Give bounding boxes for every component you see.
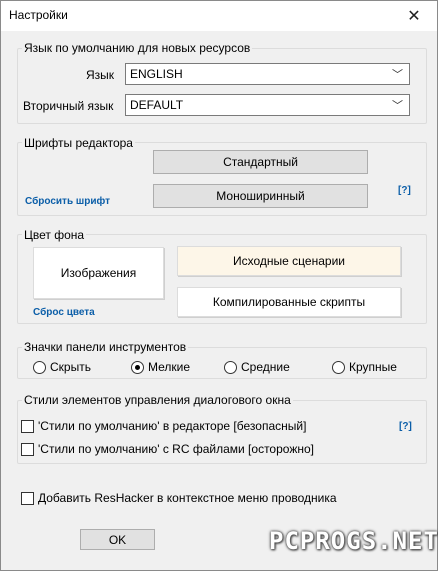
radio-hide-label: Скрыть xyxy=(50,360,91,374)
standard-font-button[interactable]: Стандартный xyxy=(153,150,368,174)
background-color-group-label: Цвет фона xyxy=(22,228,87,242)
fonts-help-link[interactable]: [?] xyxy=(398,185,411,196)
radio-indicator-selected xyxy=(131,360,144,374)
default-styles-editor-checkbox[interactable]: 'Стили по умолчанию' в редакторе [безопа… xyxy=(21,419,306,433)
language-group-label: Язык по умолчанию для новых ресурсов xyxy=(22,41,253,55)
secondary-language-label: Вторичный язык xyxy=(23,99,114,113)
default-styles-rc-checkbox[interactable]: 'Стили по умолчанию' с RC файлами [остор… xyxy=(21,442,314,456)
radio-medium[interactable]: Средние xyxy=(224,360,290,374)
checkbox-box xyxy=(21,491,34,505)
checkbox-box xyxy=(21,419,34,433)
source-scripts-color-button[interactable]: Исходные сценарии xyxy=(177,246,401,276)
monospace-font-button[interactable]: Моноширинный xyxy=(153,184,368,208)
radio-small-label: Мелкие xyxy=(148,360,191,374)
window-title: Настройки xyxy=(9,8,68,22)
secondary-language-select-value: DEFAULT xyxy=(130,98,184,112)
compiled-scripts-color-button[interactable]: Компилированные скрипты xyxy=(177,287,401,317)
chevron-down-icon: ﹀ xyxy=(392,100,403,112)
reset-font-link[interactable]: Сбросить шрифт xyxy=(25,196,110,207)
radio-medium-label: Средние xyxy=(241,360,290,374)
language-select[interactable]: ENGLISH ﹀ xyxy=(125,63,410,85)
title-bar: Настройки ✕ xyxy=(1,1,437,31)
language-select-value: ENGLISH xyxy=(130,67,183,81)
dialog-styles-group-label: Стили элементов управления диалогового о… xyxy=(22,393,293,407)
fonts-group-label: Шрифты редактора xyxy=(22,136,135,150)
default-styles-rc-label: 'Стили по умолчанию' с RC файлами [остор… xyxy=(38,442,314,456)
context-menu-checkbox[interactable]: Добавить ResHacker в контекстное меню пр… xyxy=(21,491,337,505)
reset-color-link[interactable]: Сброс цвета xyxy=(33,307,95,318)
images-color-button[interactable]: Изображения xyxy=(33,247,164,299)
close-icon: ✕ xyxy=(407,8,421,25)
radio-large-label: Крупные xyxy=(349,360,397,374)
radio-indicator xyxy=(224,360,237,374)
radio-indicator xyxy=(332,360,345,374)
radio-indicator xyxy=(33,360,46,374)
ok-button[interactable]: OK xyxy=(80,529,155,550)
default-styles-editor-label: 'Стили по умолчанию' в редакторе [безопа… xyxy=(38,419,307,433)
radio-small[interactable]: Мелкие xyxy=(131,360,190,374)
radio-hide[interactable]: Скрыть xyxy=(33,360,91,374)
chevron-down-icon: ﹀ xyxy=(392,69,403,81)
close-button[interactable]: ✕ xyxy=(391,1,437,31)
radio-large[interactable]: Крупные xyxy=(332,360,397,374)
language-label: Язык xyxy=(86,68,115,82)
settings-window: Настройки ✕ Язык по умолчанию для новых … xyxy=(0,0,438,571)
dialog-styles-help-link[interactable]: [?] xyxy=(399,421,412,432)
secondary-language-select[interactable]: DEFAULT ﹀ xyxy=(125,94,410,116)
context-menu-label: Добавить ResHacker в контекстное меню пр… xyxy=(38,491,337,505)
toolbar-icons-group-label: Значки панели инструментов xyxy=(22,340,189,354)
watermark-text: PCPROGS.NET xyxy=(269,527,438,555)
checkbox-box xyxy=(21,442,34,456)
